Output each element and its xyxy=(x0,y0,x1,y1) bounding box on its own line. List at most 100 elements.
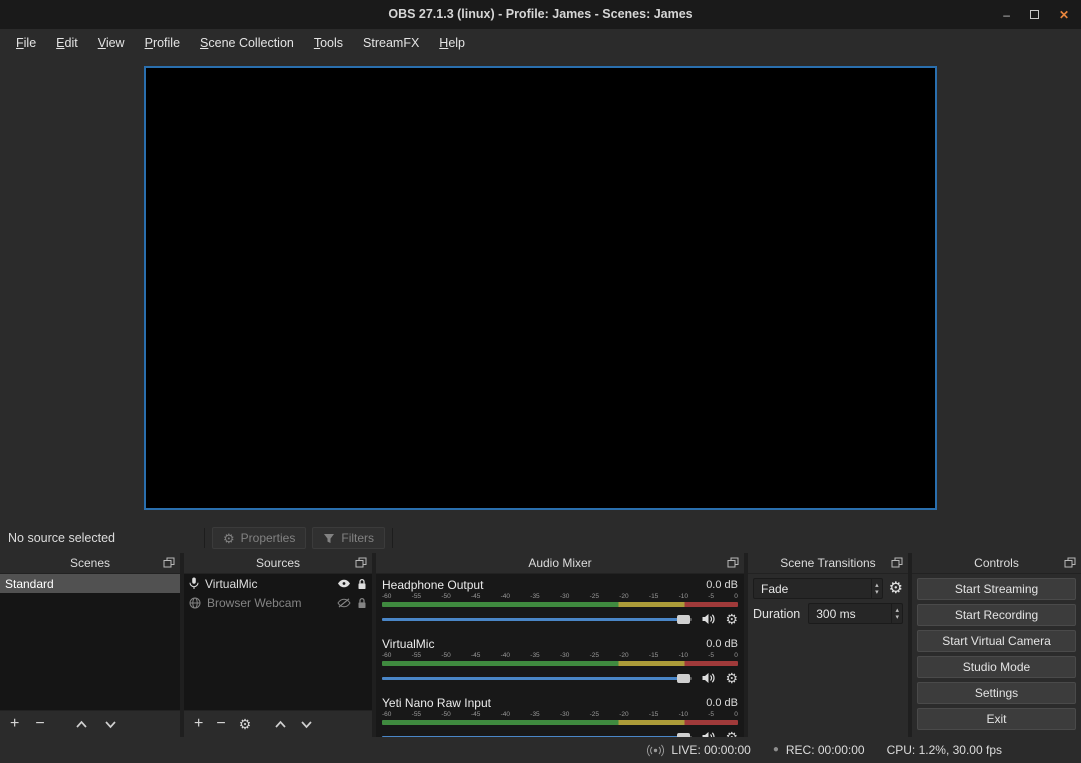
tick-label: -55 xyxy=(412,593,421,601)
exit-button[interactable]: Exit xyxy=(917,708,1076,730)
duration-label: Duration xyxy=(753,607,802,621)
slider-handle[interactable] xyxy=(677,615,690,624)
tick-label: -50 xyxy=(441,593,450,601)
lock-icon[interactable] xyxy=(357,597,367,609)
scene-transitions-panel: Scene Transitions Fade ▴ ▾ ⚙ Duration xyxy=(748,553,908,737)
duration-spinbox[interactable]: 300 ms ▴ ▾ xyxy=(808,603,903,624)
broadcast-icon xyxy=(647,744,664,757)
volume-slider[interactable] xyxy=(382,612,692,626)
remove-scene-button[interactable]: − xyxy=(35,716,44,732)
tick-label: -60 xyxy=(382,711,391,719)
controls-title: Controls xyxy=(974,556,1019,570)
properties-button[interactable]: ⚙ Properties xyxy=(212,527,306,549)
volume-slider[interactable] xyxy=(382,730,692,737)
preview-canvas[interactable] xyxy=(144,66,937,510)
menu-help[interactable]: Help xyxy=(429,32,475,54)
menu-file[interactable]: File xyxy=(6,32,46,54)
maximize-button[interactable] xyxy=(1030,10,1039,19)
tick-label: -25 xyxy=(590,711,599,719)
menu-profile[interactable]: Profile xyxy=(135,32,190,54)
move-source-up-button[interactable] xyxy=(274,720,287,729)
menu-streamfx[interactable]: StreamFX xyxy=(353,32,429,54)
source-properties-gear-icon[interactable]: ⚙ xyxy=(239,716,252,732)
tick-label: -25 xyxy=(590,652,599,660)
controls-body: Start Streaming Start Recording Start Vi… xyxy=(912,574,1081,737)
spin-down-icon: ▾ xyxy=(895,614,899,621)
speaker-icon[interactable] xyxy=(701,672,716,684)
channel-name: Headphone Output xyxy=(382,578,483,592)
channel-level: 0.0 dB xyxy=(706,579,738,591)
visibility-eye-icon[interactable] xyxy=(337,579,351,588)
source-item-virtualmic[interactable]: VirtualMic xyxy=(184,574,372,593)
menu-view[interactable]: View xyxy=(88,32,135,54)
menu-scene-collection[interactable]: Scene Collection xyxy=(190,32,304,54)
popout-icon[interactable] xyxy=(163,557,175,568)
studio-mode-button[interactable]: Studio Mode xyxy=(917,656,1076,678)
start-recording-button[interactable]: Start Recording xyxy=(917,604,1076,626)
volume-slider[interactable] xyxy=(382,671,692,685)
channel-name: Yeti Nano Raw Input xyxy=(382,696,491,710)
spinbox-arrows[interactable]: ▴ ▾ xyxy=(891,604,902,623)
scenes-panel: Scenes Standard + − xyxy=(0,553,180,737)
popout-icon[interactable] xyxy=(1064,557,1076,568)
source-status-text: No source selected xyxy=(0,531,200,545)
move-source-down-button[interactable] xyxy=(300,720,313,729)
slider-handle[interactable] xyxy=(677,674,690,683)
volume-meter xyxy=(382,602,738,607)
tick-label: -55 xyxy=(412,711,421,719)
lock-icon[interactable] xyxy=(357,578,367,590)
tick-label: -40 xyxy=(501,593,510,601)
chevron-down-icon: ▾ xyxy=(875,589,879,596)
popout-icon[interactable] xyxy=(355,557,367,568)
add-scene-button[interactable]: + xyxy=(10,716,19,732)
volume-meter xyxy=(382,720,738,725)
combo-arrows[interactable]: ▴ ▾ xyxy=(871,579,882,598)
sources-toolbar: + − ⚙ xyxy=(184,710,372,737)
tick-label: -20 xyxy=(619,652,628,660)
transition-select[interactable]: Fade ▴ ▾ xyxy=(753,578,883,599)
tick-label: -5 xyxy=(708,711,714,719)
popout-icon[interactable] xyxy=(891,557,903,568)
move-scene-down-button[interactable] xyxy=(104,720,117,729)
scenes-header: Scenes xyxy=(0,553,180,574)
source-item-browser-webcam[interactable]: Browser Webcam xyxy=(184,593,372,612)
start-virtual-camera-button[interactable]: Start Virtual Camera xyxy=(917,630,1076,652)
popout-icon[interactable] xyxy=(727,557,739,568)
scenes-toolbar: + − xyxy=(0,710,180,737)
filter-icon xyxy=(323,533,335,544)
tick-label: -50 xyxy=(441,711,450,719)
settings-button[interactable]: Settings xyxy=(917,682,1076,704)
close-button[interactable]: ✕ xyxy=(1059,9,1069,21)
obs-window: { "window": { "title": "OBS 27.1.3 (linu… xyxy=(0,0,1081,763)
meter-scale: -60-55-50-45-40-35-30-25-20-15-10-50 xyxy=(382,652,738,660)
sources-panel: Sources VirtualMic xyxy=(184,553,372,737)
add-source-button[interactable]: + xyxy=(194,716,203,732)
speaker-icon[interactable] xyxy=(701,613,716,625)
tick-label: -10 xyxy=(679,711,688,719)
channel-header: VirtualMic 0.0 dB xyxy=(382,636,738,652)
scene-transitions-title: Scene Transitions xyxy=(780,556,875,570)
remove-source-button[interactable]: − xyxy=(216,716,225,732)
scene-item-standard[interactable]: Standard xyxy=(0,574,180,593)
menu-bar: File Edit View Profile Scene Collection … xyxy=(0,29,1081,57)
tick-label: -10 xyxy=(679,652,688,660)
menu-edit[interactable]: Edit xyxy=(46,32,88,54)
start-streaming-button[interactable]: Start Streaming xyxy=(917,578,1076,600)
window-title: OBS 27.1.3 (linux) - Profile: James - Sc… xyxy=(0,0,1081,29)
channel-settings-gear-icon[interactable]: ⚙ xyxy=(725,671,738,685)
filters-button[interactable]: Filters xyxy=(312,527,385,549)
transition-settings-gear-icon[interactable]: ⚙ xyxy=(889,581,903,597)
channel-name: VirtualMic xyxy=(382,637,434,651)
move-scene-up-button[interactable] xyxy=(75,720,88,729)
channel-settings-gear-icon[interactable]: ⚙ xyxy=(725,730,738,737)
slider-track[interactable] xyxy=(382,618,692,621)
status-bar: LIVE: 00:00:00 ● REC: 00:00:00 CPU: 1.2%… xyxy=(0,737,1081,763)
visibility-eye-slash-icon[interactable] xyxy=(337,598,351,608)
minimize-button[interactable]: – xyxy=(1003,9,1010,21)
scene-label: Standard xyxy=(5,577,54,591)
audio-mixer-title: Audio Mixer xyxy=(528,556,591,570)
slider-track[interactable] xyxy=(382,677,692,680)
channel-settings-gear-icon[interactable]: ⚙ xyxy=(725,612,738,626)
menu-tools[interactable]: Tools xyxy=(304,32,353,54)
tick-label: -35 xyxy=(530,711,539,719)
